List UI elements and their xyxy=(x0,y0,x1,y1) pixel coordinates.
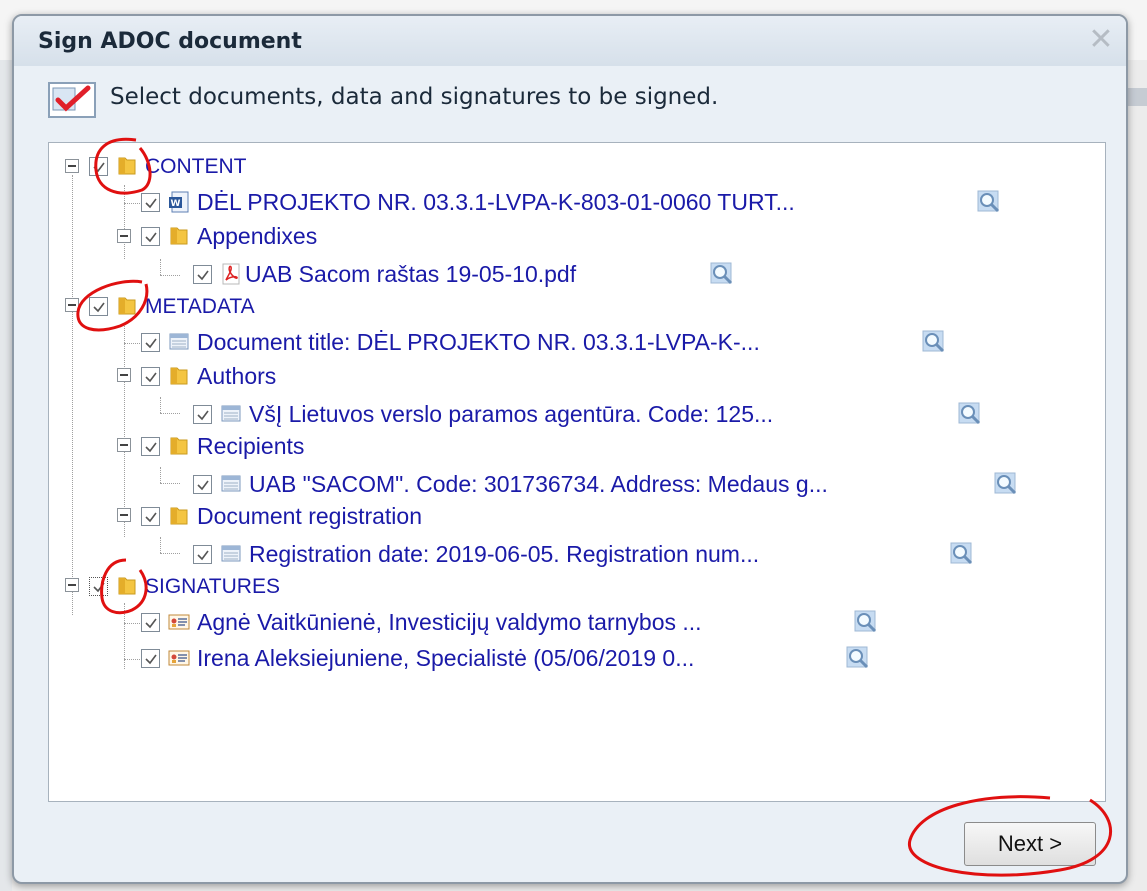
checkbox-signature-irena[interactable] xyxy=(141,649,160,668)
collapse-toggle-appendixes[interactable] xyxy=(117,229,131,243)
tree-node-signature-agne[interactable]: Agnė Vaitkūnienė, Investicijų valdymo ta… xyxy=(141,607,1001,639)
tree-node-label: DĖL PROJEKTO NR. 03.3.1-LVPA-K-803-01-00… xyxy=(197,189,795,215)
tree-node-authors[interactable]: Authors xyxy=(141,361,441,393)
checkmark-sign-icon xyxy=(48,82,96,118)
folder-icon xyxy=(170,437,188,455)
checkbox-pdf-document[interactable] xyxy=(193,265,212,284)
tree-node-label: Document title: DĖL PROJEKTO NR. 03.3.1-… xyxy=(197,329,760,355)
folder-icon xyxy=(118,577,136,595)
collapse-toggle-recipients[interactable] xyxy=(117,438,131,452)
preview-icon[interactable] xyxy=(845,645,871,671)
collapse-toggle-document-registration[interactable] xyxy=(117,508,131,522)
checkbox-content[interactable] xyxy=(89,157,108,176)
word-doc-icon: W xyxy=(169,191,189,213)
checkbox-recipient-entry[interactable] xyxy=(193,475,212,494)
tree-node-document-registration[interactable]: Document registration xyxy=(141,501,541,533)
tree-node-label: UAB Sacom raštas 19-05-10.pdf xyxy=(245,261,577,287)
close-icon[interactable]: ✕ xyxy=(1086,25,1116,55)
checkbox-appendixes[interactable] xyxy=(141,227,160,246)
checkbox-author-entry[interactable] xyxy=(193,405,212,424)
tree-node-author-entry[interactable]: VšĮ Lietuvos verslo paramos agentūra. Co… xyxy=(193,399,1073,431)
tree-node-label: METADATA xyxy=(145,295,255,318)
tree-node-appendixes[interactable]: Appendixes xyxy=(141,221,441,253)
folder-icon xyxy=(118,157,136,175)
tree-node-label: SIGNATURES xyxy=(145,575,280,598)
signature-card-icon xyxy=(168,614,190,630)
tree-node-label: Recipients xyxy=(197,433,305,459)
checkbox-document-registration[interactable] xyxy=(141,507,160,526)
checkbox-document-title[interactable] xyxy=(141,333,160,352)
preview-icon[interactable] xyxy=(853,609,879,635)
checkbox-authors[interactable] xyxy=(141,367,160,386)
tree-node-content[interactable]: CONTENT xyxy=(89,151,389,183)
checkbox-signatures[interactable] xyxy=(89,577,108,596)
collapse-toggle-content[interactable] xyxy=(65,159,79,173)
background-left xyxy=(0,60,12,891)
tree-node-label: UAB "SACOM". Code: 301736734. Address: M… xyxy=(249,471,828,497)
metadata-icon xyxy=(221,475,241,492)
collapse-toggle-signatures[interactable] xyxy=(65,578,79,592)
tree-node-label: Appendixes xyxy=(197,223,318,249)
preview-icon[interactable] xyxy=(993,471,1019,497)
tree-node-word-document[interactable]: W DĖL PROJEKTO NR. 03.3.1-LVPA-K-803-01-… xyxy=(141,187,1041,219)
tree-node-signature-irena[interactable]: Irena Aleksiejuniene, Specialistė (05/06… xyxy=(141,643,1001,675)
document-tree: CONTENT W DĖL PROJEKTO NR. 03.3.1-LVPA-K… xyxy=(48,142,1106,802)
tree-node-document-title[interactable]: Document title: DĖL PROJEKTO NR. 03.3.1-… xyxy=(141,327,1041,359)
preview-icon[interactable] xyxy=(957,401,983,427)
tree-node-signatures[interactable]: SIGNATURES xyxy=(89,571,389,603)
tree-node-label: Agnė Vaitkūnienė, Investicijų valdymo ta… xyxy=(197,609,702,635)
folder-icon xyxy=(118,297,136,315)
tree-node-label: Registration date: 2019-06-05. Registrat… xyxy=(249,541,760,567)
tree-node-label: Document registration xyxy=(197,503,422,529)
instruction-text: Select documents, data and signatures to… xyxy=(110,84,719,110)
preview-icon[interactable] xyxy=(709,261,735,287)
metadata-icon xyxy=(169,333,189,350)
sign-adoc-dialog: Sign ADOC document ✕ Select documents, d… xyxy=(12,14,1128,884)
preview-icon[interactable] xyxy=(976,189,1002,215)
tree-node-metadata[interactable]: METADATA xyxy=(89,291,389,323)
dialog-titlebar[interactable]: Sign ADOC document ✕ xyxy=(14,16,1126,66)
checkbox-metadata[interactable] xyxy=(89,297,108,316)
folder-icon xyxy=(170,367,188,385)
checkbox-signature-agne[interactable] xyxy=(141,613,160,632)
tree-node-label: Authors xyxy=(197,363,277,389)
dialog-title: Sign ADOC document xyxy=(38,29,302,54)
metadata-icon xyxy=(221,545,241,562)
tree-node-label: CONTENT xyxy=(145,155,247,178)
tree-node-registration-entry[interactable]: Registration date: 2019-06-05. Registrat… xyxy=(193,539,1053,571)
checkbox-recipients[interactable] xyxy=(141,437,160,456)
collapse-toggle-metadata[interactable] xyxy=(65,298,79,312)
preview-icon[interactable] xyxy=(921,329,947,355)
signature-card-icon xyxy=(168,650,190,666)
tree-node-label: Irena Aleksiejuniene, Specialistė (05/06… xyxy=(197,645,695,671)
collapse-toggle-authors[interactable] xyxy=(117,368,131,382)
svg-text:W: W xyxy=(171,199,181,209)
metadata-icon xyxy=(221,405,241,422)
checkbox-word-document[interactable] xyxy=(141,193,160,212)
folder-icon xyxy=(170,227,188,245)
pdf-icon xyxy=(222,263,240,285)
tree-node-recipient-entry[interactable]: UAB "SACOM". Code: 301736734. Address: M… xyxy=(193,469,1083,501)
tree-node-recipients[interactable]: Recipients xyxy=(141,431,441,463)
checkbox-registration-entry[interactable] xyxy=(193,545,212,564)
tree-node-label: VšĮ Lietuvos verslo paramos agentūra. Co… xyxy=(249,401,774,427)
tree-node-pdf-document[interactable]: UAB Sacom raštas 19-05-10.pdf xyxy=(193,259,893,291)
preview-icon[interactable] xyxy=(949,541,975,567)
folder-icon xyxy=(170,507,188,525)
next-button[interactable]: Next > xyxy=(964,822,1096,866)
